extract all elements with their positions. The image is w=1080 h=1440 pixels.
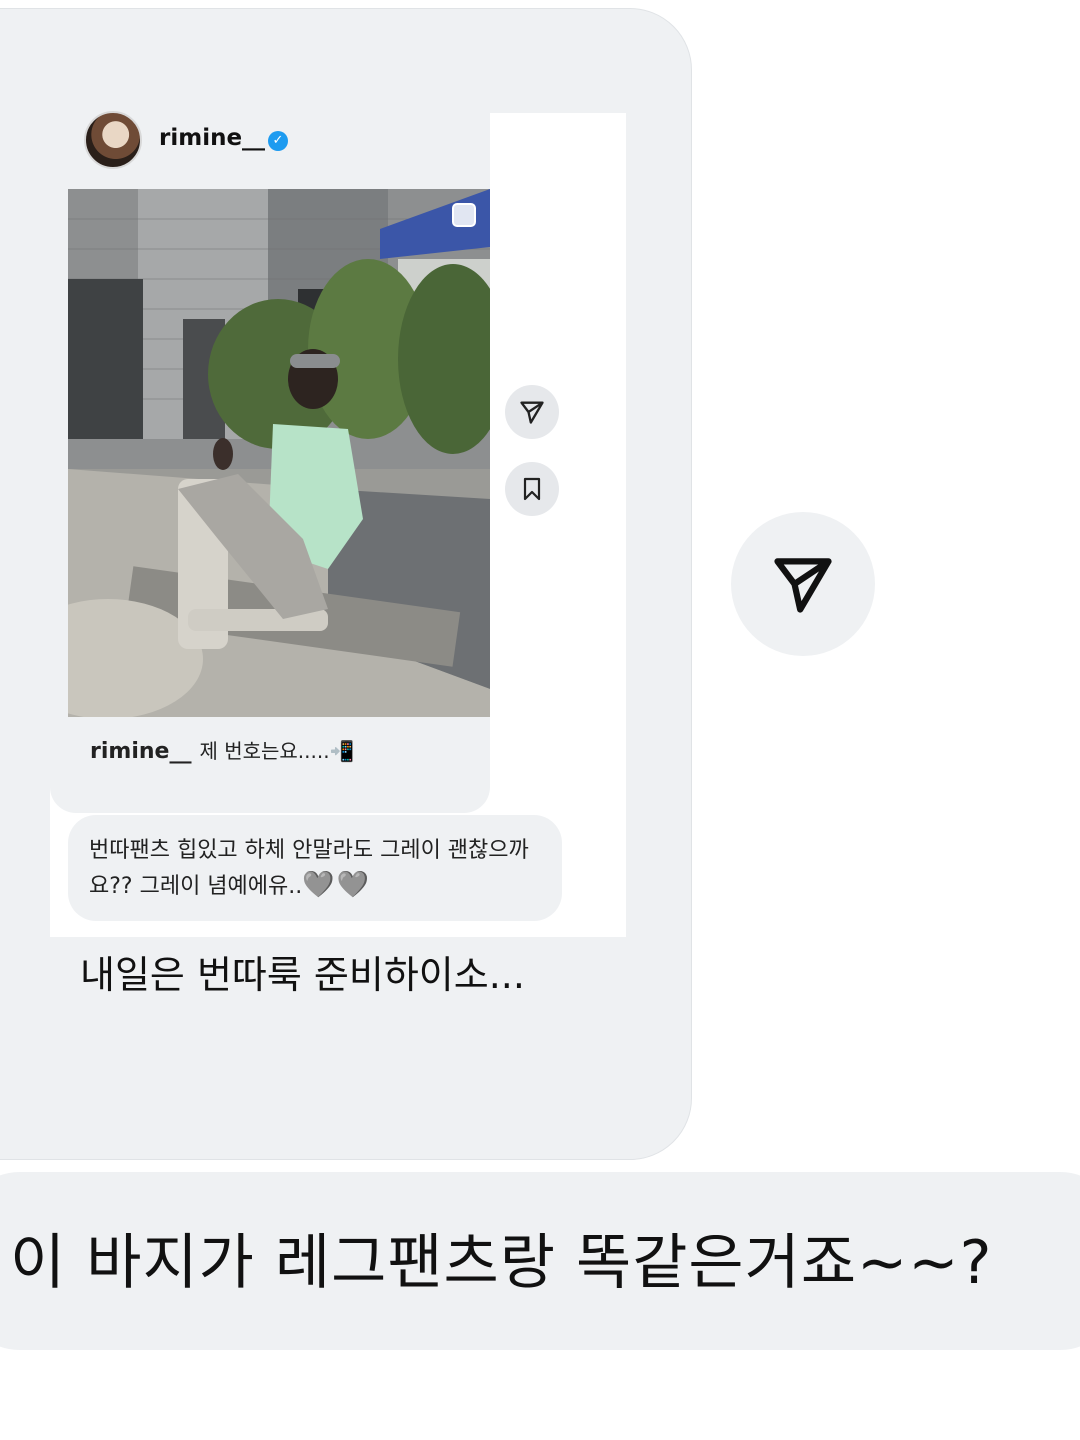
share-post-button[interactable] (505, 385, 559, 439)
reply-emoji: 🩶🩶 (302, 870, 371, 900)
post-caption: rimine__ 제 번호는요.....📲 (90, 735, 355, 764)
avatar[interactable] (84, 111, 142, 169)
save-post-button[interactable] (505, 462, 559, 516)
carousel-icon (452, 203, 476, 227)
reply-message-bubble[interactable]: 번따팬츠 힙있고 하체 안말라도 그레이 괜찮으까요?? 그레이 념예에유..🩶… (68, 815, 562, 921)
post-photo-illustration (68, 189, 490, 717)
post-username[interactable]: rimine__ (159, 125, 265, 151)
shared-post-screenshot[interactable]: rimine__ ✓ rimine__ 제 번호는요.....📲 번따팬츠 힙있… (50, 111, 626, 937)
post-photo[interactable] (68, 189, 490, 717)
message-text: 내일은 번따룩 준비하이소... (80, 953, 525, 997)
shared-post-card[interactable]: rimine__ ✓ rimine__ 제 번호는요.....📲 (50, 111, 490, 813)
bookmark-icon (523, 477, 541, 501)
paper-plane-icon (520, 401, 544, 424)
caption-text: 제 번호는요.....📲 (199, 739, 355, 763)
share-message-button[interactable] (731, 512, 875, 656)
paper-plane-icon (774, 558, 832, 613)
question-text: 이 바지가 레그팬츠랑 똑같은거죠~~? (10, 1228, 993, 1298)
caption-username[interactable]: rimine__ (90, 739, 191, 764)
verified-badge-icon: ✓ (268, 131, 288, 151)
